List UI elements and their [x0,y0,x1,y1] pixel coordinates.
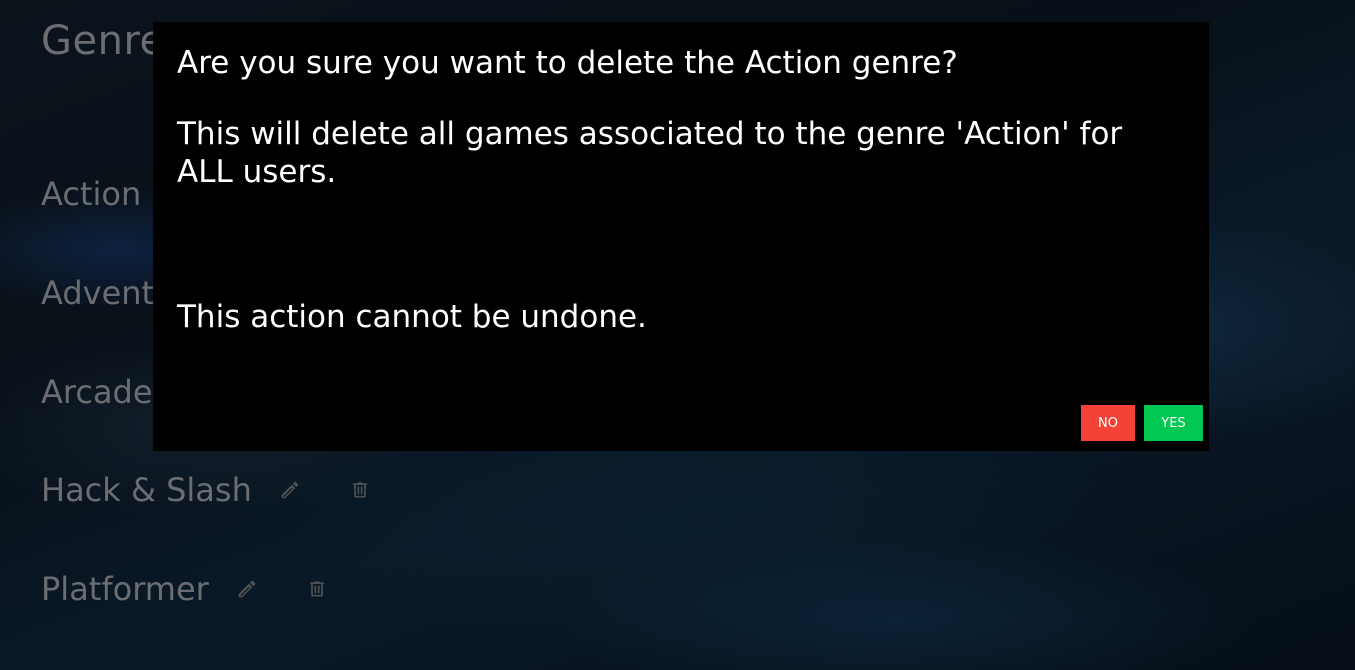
no-button[interactable]: NO [1081,405,1135,441]
dialog-message: This will delete all games associated to… [177,116,1123,190]
dialog-actions: NO YES [1081,405,1203,441]
dialog-warning: This action cannot be undone. [177,299,647,335]
dialog-title: Are you sure you want to delete the Acti… [177,45,958,81]
delete-confirmation-dialog: Are you sure you want to delete the Acti… [153,22,1209,451]
yes-button[interactable]: YES [1144,405,1203,441]
